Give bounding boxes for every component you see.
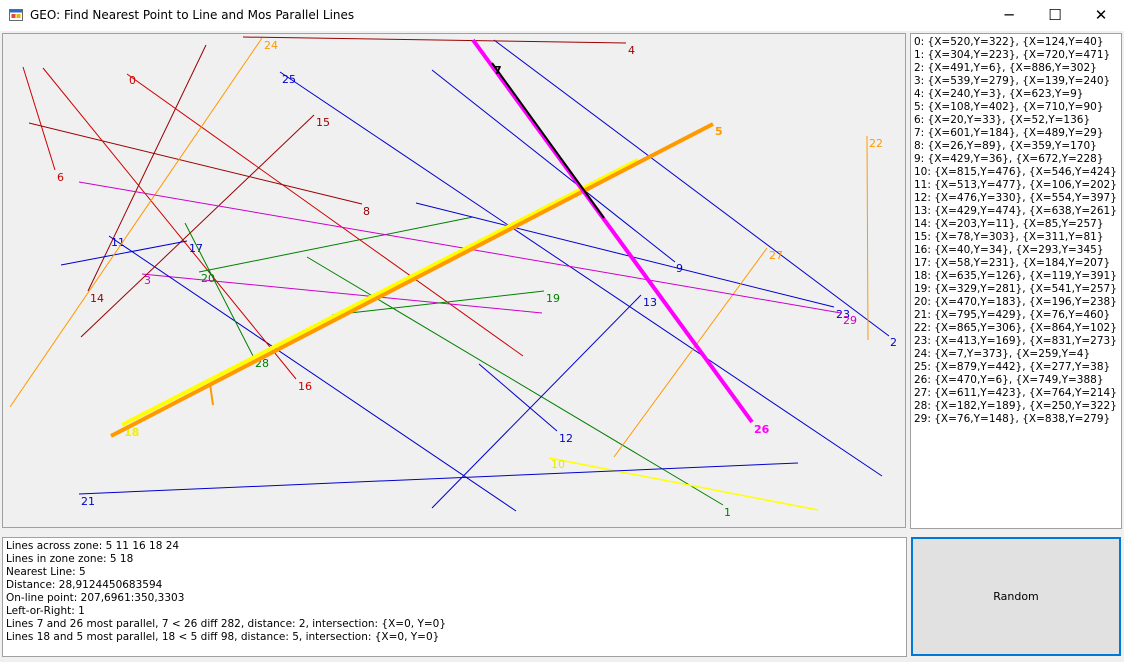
line-26 — [471, 38, 754, 424]
list-item[interactable]: 10: {X=815,Y=476}, {X=546,Y=424} — [911, 166, 1121, 179]
list-item[interactable]: 7: {X=601,Y=184}, {X=489,Y=29} — [911, 127, 1121, 140]
list-item[interactable]: 22: {X=865,Y=306}, {X=864,Y=102} — [911, 322, 1121, 335]
line-11 — [108, 235, 517, 512]
line-28 — [184, 222, 254, 357]
close-icon: ✕ — [1094, 6, 1108, 24]
list-item[interactable]: 25: {X=879,Y=442}, {X=277,Y=38} — [911, 361, 1121, 374]
line-label-14: 14 — [90, 292, 104, 305]
result-line: Nearest Line: 5 — [6, 566, 86, 578]
random-button[interactable]: Random — [911, 537, 1121, 656]
line-label-10: 10 — [551, 458, 565, 471]
line-15 — [80, 114, 315, 338]
list-item[interactable]: 12: {X=476,Y=330}, {X=554,Y=397} — [911, 192, 1121, 205]
results-textbox[interactable]: Lines across zone: 5 11 16 18 24 Lines i… — [2, 537, 907, 657]
app-window-icon — [9, 9, 23, 21]
close-button[interactable]: ✕ — [1078, 0, 1124, 31]
line-label-8: 8 — [363, 205, 370, 218]
result-line: On-line point: 207,6961:350,3303 — [6, 592, 185, 604]
list-item[interactable]: 26: {X=470,Y=6}, {X=749,Y=388} — [911, 374, 1121, 387]
list-item[interactable]: 23: {X=413,Y=169}, {X=831,Y=273} — [911, 335, 1121, 348]
line-label-26: 26 — [754, 423, 770, 436]
line-label-29: 29 — [843, 314, 857, 327]
list-item[interactable]: 11: {X=513,Y=477}, {X=106,Y=202} — [911, 179, 1121, 192]
window-title: GEO: Find Nearest Point to Line and Mos … — [30, 8, 355, 22]
list-item[interactable]: 0: {X=520,Y=322}, {X=124,Y=40} — [911, 36, 1121, 49]
maximize-button[interactable]: ☐ — [1032, 0, 1078, 31]
list-item[interactable]: 1: {X=304,Y=223}, {X=720,Y=471} — [911, 49, 1121, 62]
list-item[interactable]: 16: {X=40,Y=34}, {X=293,Y=345} — [911, 244, 1121, 257]
line-16 — [42, 67, 297, 380]
list-item[interactable]: 28: {X=182,Y=189}, {X=250,Y=322} — [911, 400, 1121, 413]
list-item[interactable]: 8: {X=26,Y=89}, {X=359,Y=170} — [911, 140, 1121, 153]
list-item[interactable]: 20: {X=470,Y=183}, {X=196,Y=238} — [911, 296, 1121, 309]
result-line: Left-or-Right: 1 — [6, 605, 85, 617]
result-line: Lines 18 and 5 most parallel, 18 < 5 dif… — [6, 631, 440, 643]
line-label-25: 25 — [282, 73, 296, 86]
maximize-icon: ☐ — [1048, 6, 1062, 24]
result-line: Lines 7 and 26 most parallel, 7 < 26 dif… — [6, 618, 447, 630]
minimize-button[interactable]: ─ — [986, 0, 1032, 31]
list-item[interactable]: 9: {X=429,Y=36}, {X=672,Y=228} — [911, 153, 1121, 166]
line-label-22: 22 — [869, 137, 883, 150]
list-item[interactable]: 18: {X=635,Y=126}, {X=119,Y=391} — [911, 270, 1121, 283]
line-label-19: 19 — [546, 292, 560, 305]
list-item[interactable]: 3: {X=539,Y=279}, {X=139,Y=240} — [911, 75, 1121, 88]
list-item[interactable]: 5: {X=108,Y=402}, {X=710,Y=90} — [911, 101, 1121, 114]
line-label-6: 6 — [57, 171, 64, 184]
line-27 — [613, 247, 768, 458]
list-item[interactable]: 24: {X=7,Y=373}, {X=259,Y=4} — [911, 348, 1121, 361]
list-item[interactable]: 17: {X=58,Y=231}, {X=184,Y=207} — [911, 257, 1121, 270]
list-item[interactable]: 13: {X=429,Y=474}, {X=638,Y=261} — [911, 205, 1121, 218]
minimize-icon: ─ — [1004, 6, 1014, 24]
list-item[interactable]: 6: {X=20,Y=33}, {X=52,Y=136} — [911, 114, 1121, 127]
list-item[interactable]: 14: {X=203,Y=11}, {X=85,Y=257} — [911, 218, 1121, 231]
line-label-12: 12 — [559, 432, 573, 445]
lines-plot: 0 1 2 3 4 6 8 9 10 11 12 13 14 — [9, 36, 897, 519]
list-item[interactable]: 29: {X=76,Y=148}, {X=838,Y=279} — [911, 413, 1121, 426]
result-line: Lines in zone zone: 5 18 — [6, 553, 134, 565]
line-9 — [431, 69, 676, 263]
line-6 — [22, 66, 56, 171]
line-24 — [9, 37, 263, 408]
line-label-13: 13 — [643, 296, 657, 309]
list-item[interactable]: 15: {X=78,Y=303}, {X=311,Y=81} — [911, 231, 1121, 244]
line-label-5: 5 — [715, 125, 723, 138]
line-21 — [78, 462, 799, 495]
line-18 — [121, 158, 639, 427]
result-line: Lines across zone: 5 11 16 18 24 — [6, 540, 180, 552]
line-7 — [491, 62, 605, 219]
line-label-24: 24 — [264, 39, 278, 52]
line-13 — [431, 294, 642, 509]
line-25 — [279, 71, 883, 477]
list-item[interactable]: 2: {X=491,Y=6}, {X=886,Y=302} — [911, 62, 1121, 75]
line-label-15: 15 — [316, 116, 330, 129]
line-label-21: 21 — [81, 495, 95, 508]
nearest-point-marker — [209, 383, 214, 406]
drawing-canvas[interactable]: 0 1 2 3 4 6 8 9 10 11 12 13 14 — [2, 33, 906, 528]
line-4 — [242, 36, 627, 44]
line-label-1: 1 — [724, 506, 731, 519]
line-label-0: 0 — [129, 74, 136, 87]
line-10 — [548, 457, 819, 511]
line-label-16: 16 — [298, 380, 312, 393]
line-label-4: 4 — [628, 44, 635, 57]
line-label-27: 27 — [769, 249, 783, 262]
line-label-2: 2 — [890, 336, 897, 349]
list-item[interactable]: 4: {X=240,Y=3}, {X=623,Y=9} — [911, 88, 1121, 101]
line-label-7: 7 — [494, 64, 502, 77]
list-item[interactable]: 21: {X=795,Y=429}, {X=76,Y=460} — [911, 309, 1121, 322]
points-listbox[interactable]: 0: {X=520,Y=322}, {X=124,Y=40} 1: {X=304… — [910, 33, 1122, 529]
list-item[interactable]: 27: {X=611,Y=423}, {X=764,Y=214} — [911, 387, 1121, 400]
list-item[interactable]: 19: {X=329,Y=281}, {X=541,Y=257} — [911, 283, 1121, 296]
line-22 — [866, 135, 869, 341]
result-line: Distance: 28,9124450683594 — [6, 579, 163, 591]
title-bar: GEO: Find Nearest Point to Line and Mos … — [0, 0, 1124, 31]
